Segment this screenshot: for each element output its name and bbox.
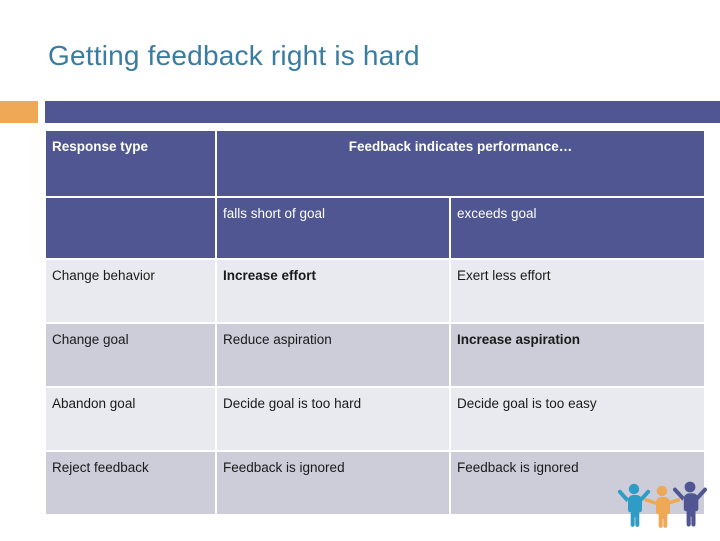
table-row: Change goal Reduce aspiration Increase a… [46, 323, 704, 388]
person-navy-icon [672, 481, 708, 527]
accent-blue-bar [45, 101, 720, 123]
accent-orange-block [0, 101, 38, 123]
header-exceeds-goal: exceeds goal [450, 197, 704, 260]
header-response-type: Response type [46, 131, 217, 198]
feedback-response-table: Response type Feedback indicates perform… [46, 131, 704, 516]
table-header-row-primary: Response type Feedback indicates perform… [46, 131, 704, 198]
table-header-row-secondary: falls short of goal exceeds goal [46, 197, 704, 260]
table-row: Reject feedback Feedback is ignored Feed… [46, 451, 704, 516]
cell-response-type: Abandon goal [46, 387, 217, 452]
cell-exceeds: Decide goal is too easy [450, 387, 704, 452]
accent-band [0, 101, 720, 123]
cell-falls-short: Reduce aspiration [216, 323, 451, 388]
cell-exceeds: Exert less effort [450, 259, 704, 324]
table-row: Abandon goal Decide goal is too hard Dec… [46, 387, 704, 452]
cell-falls-short: Decide goal is too hard [216, 387, 451, 452]
cell-falls-short: Increase effort [216, 259, 451, 324]
cell-response-type: Change behavior [46, 259, 217, 324]
header-blank-cell [46, 197, 217, 260]
page-title: Getting feedback right is hard [48, 40, 420, 71]
cell-falls-short: Feedback is ignored [216, 451, 451, 516]
cell-response-type: Change goal [46, 323, 217, 388]
table-row: Change behavior Increase effort Exert le… [46, 259, 704, 324]
header-falls-short-of-goal: falls short of goal [216, 197, 451, 260]
person-teal-icon [617, 483, 651, 527]
three-people-icon [616, 474, 708, 536]
cell-exceeds: Increase aspiration [450, 323, 704, 388]
header-feedback-indicates: Feedback indicates performance… [216, 131, 704, 198]
cell-response-type: Reject feedback [46, 451, 217, 516]
